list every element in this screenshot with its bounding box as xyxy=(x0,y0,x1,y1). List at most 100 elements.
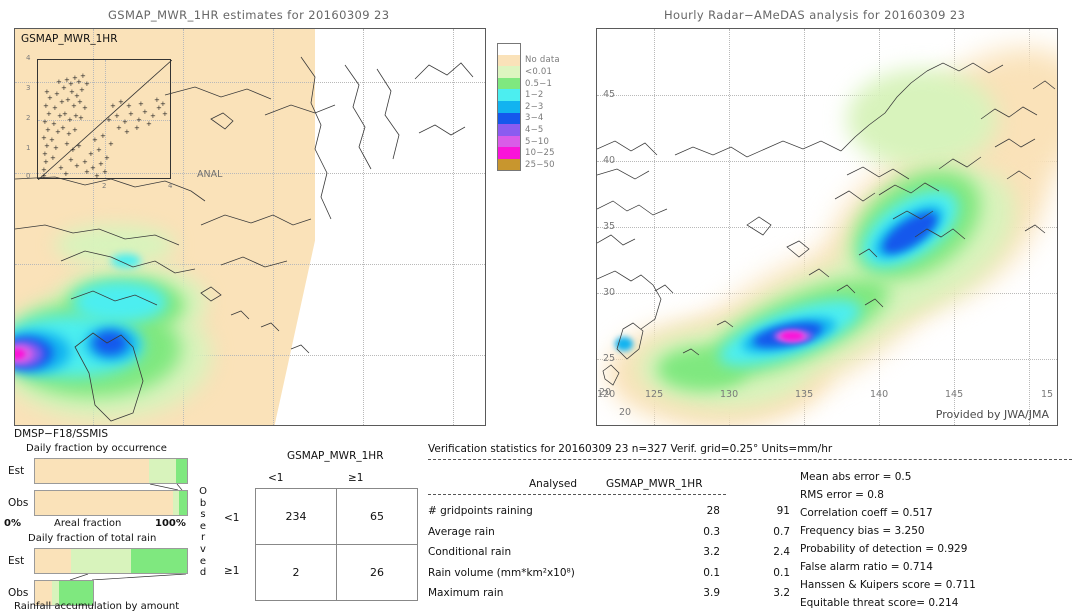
table-row: 234 65 xyxy=(255,488,418,545)
fraction-segment xyxy=(179,491,187,515)
verification-row-model: 0.1 xyxy=(773,566,790,579)
fraction-segment xyxy=(71,549,131,573)
colorbar-label: 2−3 xyxy=(525,101,544,112)
svg-text:+: + xyxy=(162,110,168,118)
verification-row-analysed: 3.9 xyxy=(703,587,720,599)
svg-text:+: + xyxy=(134,124,140,132)
colorbar-label: 25−50 xyxy=(525,159,555,170)
colorbar-entry: <0.01 xyxy=(497,66,560,78)
verification-row-model: 3.2 xyxy=(773,587,790,599)
svg-text:+: + xyxy=(126,102,132,110)
verification-score: Equitable threat score= 0.214 xyxy=(800,597,959,609)
coastline-right xyxy=(597,62,1056,386)
side-label-letter: b xyxy=(199,497,207,509)
verification-score: False alarm ratio = 0.714 xyxy=(800,561,933,573)
cell-hit-miss: 234 xyxy=(255,488,337,545)
svg-text:+: + xyxy=(96,146,102,154)
svg-text:+: + xyxy=(41,134,47,142)
colorbar-label: 0.5−1 xyxy=(525,78,553,89)
svg-text:+: + xyxy=(53,144,59,152)
svg-text:+: + xyxy=(88,150,94,158)
total-rain-chart-title: Daily fraction of total rain xyxy=(28,533,157,544)
side-label-letter: r xyxy=(200,532,206,544)
scatter-inset[interactable]: + + + + + + + + + + + + + + + + + + + + + + + + + + + + + + … xyxy=(26,55,172,190)
colorbar-entry: 4−5 xyxy=(497,124,560,136)
xtick-right-map: 140 xyxy=(870,389,889,400)
verification-row-analysed: 3.2 xyxy=(703,546,720,558)
colorbar-label: 1−2 xyxy=(525,90,544,101)
verification-row-name: Conditional rain xyxy=(428,546,512,558)
xtick-right-map: 145 xyxy=(945,389,964,400)
side-label-letter: e xyxy=(199,555,207,567)
verification-scores: Mean abs error = 0.5 RMS error = 0.8 Corre… xyxy=(800,468,976,612)
svg-text:+: + xyxy=(82,158,88,166)
svg-text:+: + xyxy=(146,120,152,128)
svg-text:+: + xyxy=(116,124,122,132)
total-rain-row-label-obs: Obs xyxy=(8,587,29,599)
total-rain-row-label-est: Est xyxy=(8,555,25,567)
svg-text:+: + xyxy=(43,158,49,166)
contingency-row-header-1: <1 xyxy=(224,512,240,524)
inset-corner-label: ANAL xyxy=(197,169,223,180)
occurrence-row-label-est: Est xyxy=(8,465,25,477)
colorbar-swatch xyxy=(497,43,521,55)
colorbar-label: 5−10 xyxy=(525,136,550,147)
map-credit: Provided by JWA/JMA xyxy=(935,408,1049,421)
fraction-segment xyxy=(176,459,187,483)
ytick-right-map: 45 xyxy=(603,89,616,100)
occurrence-axis-center: Areal fraction xyxy=(54,518,122,529)
verification-header: Verification statistics for 20160309 23 … xyxy=(428,443,833,455)
left-map-overlay-label: GSMAP_MWR_1HR xyxy=(21,33,118,45)
verification-row-name: Rain volume (mm*km²x10⁸) xyxy=(428,566,575,579)
svg-text:+: + xyxy=(79,86,85,94)
verification-row-model: 91 xyxy=(776,505,790,517)
inset-ytick: 0 xyxy=(26,172,31,180)
verification-subrule xyxy=(428,494,726,495)
svg-text:+: + xyxy=(42,150,48,158)
verification-score: Frequency bias = 3.250 xyxy=(800,525,925,537)
colorbar-entry: 0.5−1 xyxy=(497,77,560,90)
svg-text:+: + xyxy=(54,90,60,98)
occurrence-connector-lines xyxy=(149,484,183,490)
colorbar-entry: 25−50 xyxy=(497,158,560,171)
colorbar-entry: 1−2 xyxy=(497,89,560,101)
svg-text:+: + xyxy=(74,162,80,170)
svg-text:+: + xyxy=(82,104,88,112)
svg-text:+: + xyxy=(44,88,50,96)
inset-xtick: 4 xyxy=(168,182,173,190)
colorbar-swatch xyxy=(497,158,521,171)
colorbar-label: 10−25 xyxy=(525,148,555,159)
svg-text:+: + xyxy=(51,120,57,128)
svg-text:+: + xyxy=(52,104,58,112)
svg-text:+: + xyxy=(102,168,108,176)
svg-text:+: + xyxy=(100,132,106,140)
verification-row-analysed: 0.3 xyxy=(703,525,720,538)
colorbar-swatch xyxy=(497,124,521,136)
side-label-letter: s xyxy=(200,509,206,521)
left-map[interactable]: GSMAP_MWR_1HR + + + + + + + + + + + + + + + + + + + +… xyxy=(14,28,486,426)
occurrence-axis-left: 0% xyxy=(4,518,21,529)
verification-rule xyxy=(428,459,1072,460)
colorbar-entry: 3−4 xyxy=(497,112,560,125)
svg-text:+: + xyxy=(136,116,142,124)
colorbar-swatch xyxy=(497,54,521,67)
lower-left-latitude-label: 20 xyxy=(619,407,632,418)
contingency-table: 234 65 2 26 xyxy=(255,488,418,601)
right-map[interactable]: 45 40 35 30 25 20 120 125 130 135 140 14… xyxy=(596,28,1058,426)
colorbar-swatch xyxy=(497,147,521,159)
contingency-col-header-2: ≥1 xyxy=(348,472,364,484)
ytick-right-map: 35 xyxy=(603,221,616,232)
ytick-right-map: 25 xyxy=(603,353,616,364)
svg-text:+: + xyxy=(72,126,78,134)
side-label-letter: O xyxy=(199,486,207,497)
verification-score: RMS error = 0.8 xyxy=(800,489,884,501)
svg-text:+: + xyxy=(42,118,48,126)
verification-col-header-analysed: Analysed xyxy=(529,478,577,490)
svg-text:+: + xyxy=(138,100,144,108)
occurrence-axis-right: 100% xyxy=(155,518,186,529)
xtick-right-map: 120 xyxy=(597,389,616,400)
colorbar-swatch xyxy=(497,66,521,78)
colorbar-entry: No data xyxy=(497,54,560,67)
colorbar-entry xyxy=(497,43,560,55)
svg-text:+: + xyxy=(63,170,69,178)
